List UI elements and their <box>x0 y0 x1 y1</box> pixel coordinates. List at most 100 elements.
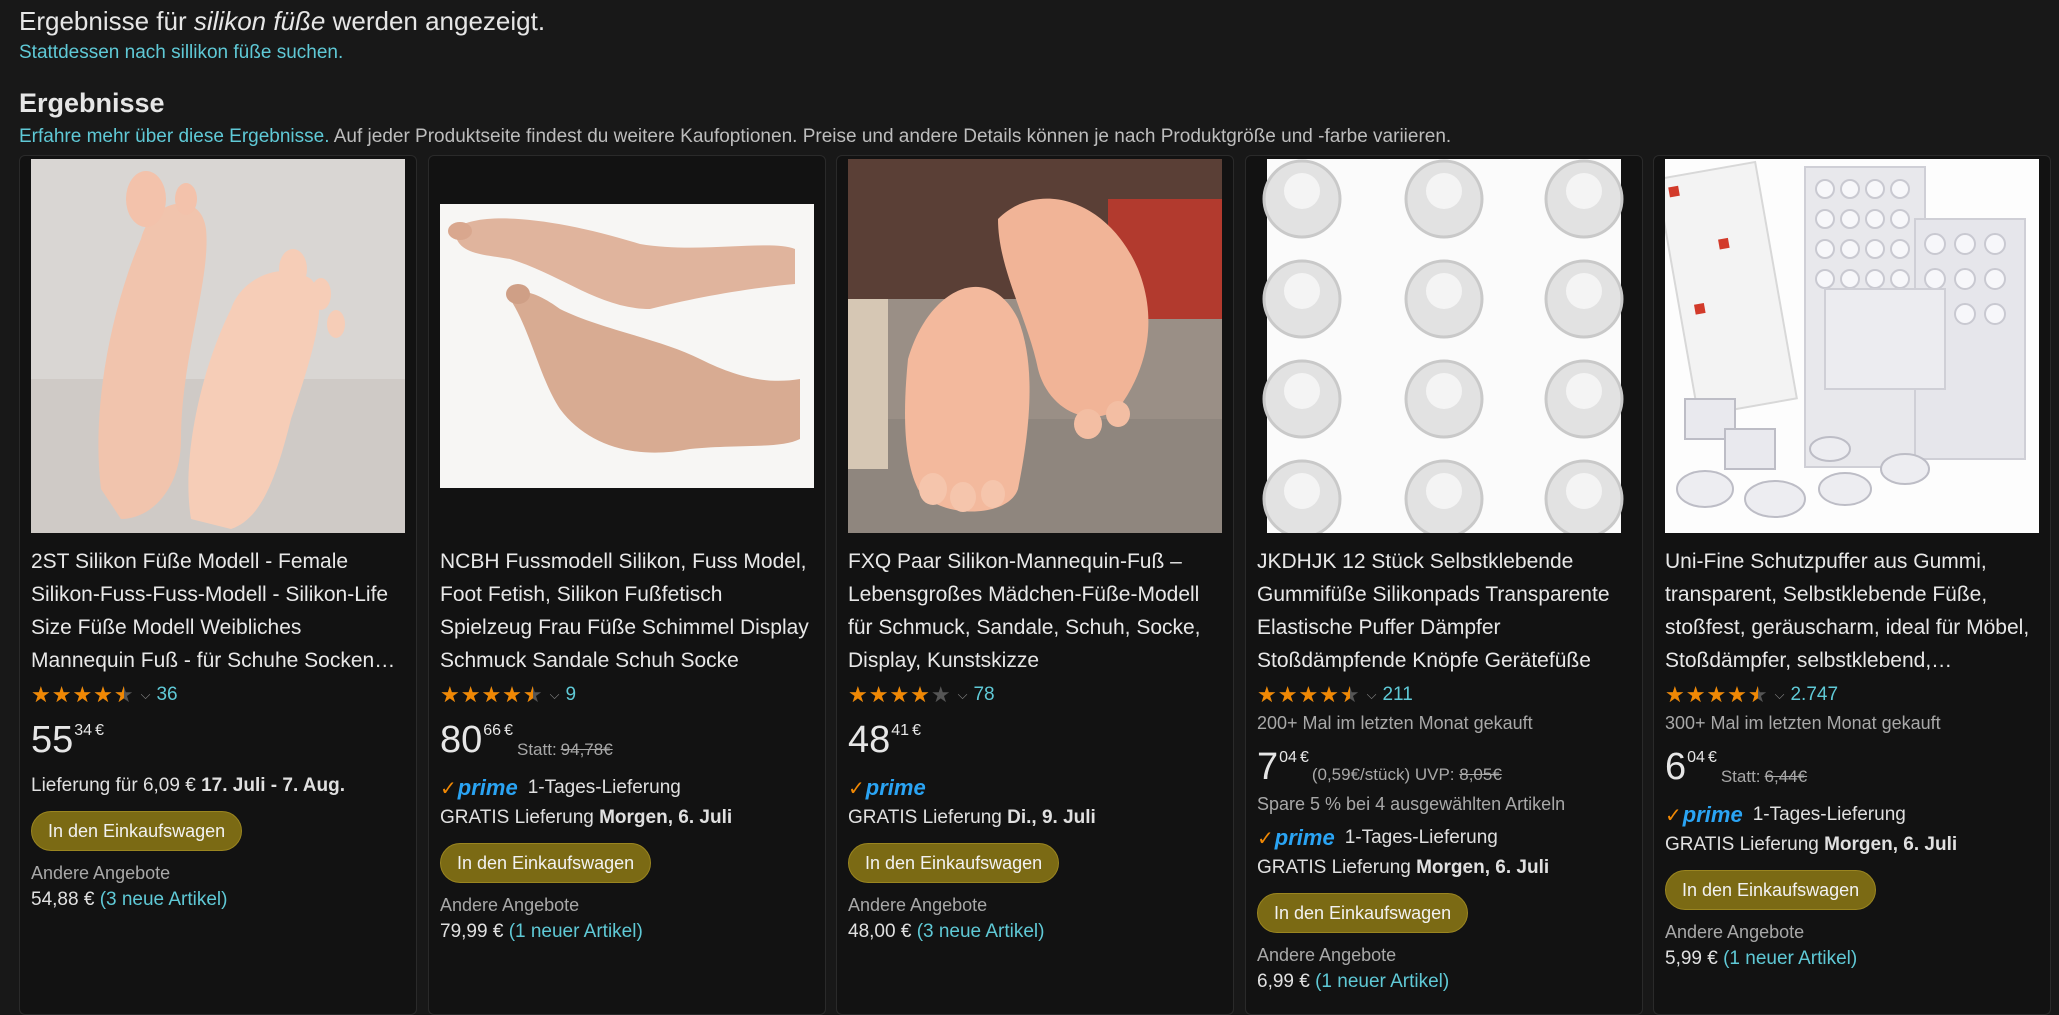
feet-photo-icon <box>31 159 405 533</box>
add-to-cart-button[interactable]: In den Einkaufswagen <box>31 811 243 851</box>
delivery-info: Lieferung für 6,09 € 17. Juli - 7. Aug. <box>31 775 409 797</box>
other-offers-label: Andere Angebote <box>848 895 988 915</box>
prime-text: 1-Tages-Lieferung <box>1752 804 1906 825</box>
star-rating-icon[interactable]: ★★★★★★★★★★ <box>440 684 544 706</box>
chevron-down-icon[interactable]: ⌵ <box>1367 687 1377 703</box>
prime-delivery: ✓ prime <box>848 775 1226 801</box>
prime-delivery: ✓ prime 1-Tages-Lieferung <box>440 775 818 801</box>
rating-row: ★★★★★★★★★★ ⌵ 9 <box>440 683 818 707</box>
price-currency: € <box>504 722 513 739</box>
other-offers-price: 79,99 € <box>440 921 504 942</box>
price: 6 04 € Statt: 6,44€ <box>1665 748 2043 786</box>
chevron-down-icon[interactable]: ⌵ <box>141 687 151 703</box>
other-offers-price: 54,88 € <box>31 889 95 910</box>
price-fraction: 66 <box>483 722 502 739</box>
add-to-cart-button[interactable]: In den Einkaufswagen <box>1257 893 1469 933</box>
silicone-pads-photo-icon <box>1257 159 1631 533</box>
prime-logo: prime <box>1274 825 1335 850</box>
foot-model-photo-icon <box>440 159 814 533</box>
product-title-link[interactable]: JKDHJK 12 Stück Selbstklebende Gummifüße… <box>1257 545 1635 677</box>
product-title-link[interactable]: FXQ Paar Silikon-Mannequin-Fuß – Lebensg… <box>848 545 1226 677</box>
bought-last-month: 300+ Mal im letzten Monat gekauft <box>1665 713 1941 733</box>
other-offers-row: 6,99 € (1 neuer Artikel) <box>1257 971 1635 993</box>
review-count-link[interactable]: 211 <box>1382 684 1412 706</box>
delivery-prefix: GRATIS Lieferung <box>440 807 600 828</box>
learn-more-link[interactable]: Erfahre mehr über diese Ergebnisse. <box>19 126 330 147</box>
product-image[interactable] <box>31 159 405 533</box>
prime-delivery: ✓ prime 1-Tages-Lieferung <box>1257 825 1635 851</box>
statt-label: Statt: <box>516 740 557 759</box>
price-fraction: 04 <box>1687 749 1705 766</box>
product-title-link[interactable]: NCBH Fussmodell Silikon, Fuss Model, Foo… <box>440 545 818 677</box>
other-offers-link[interactable]: (1 neuer Artikel) <box>1723 948 1857 969</box>
results-header: Ergebnisse für silikon füße werden angez… <box>19 4 545 64</box>
chevron-down-icon[interactable]: ⌵ <box>1775 687 1785 703</box>
other-offers-row: 5,99 € (1 neuer Artikel) <box>1665 948 2043 970</box>
add-to-cart-button[interactable]: In den Einkaufswagen <box>1665 870 1877 910</box>
other-offers-link[interactable]: (3 neue Artikel) <box>100 889 228 910</box>
other-offers-price: 5,99 € <box>1665 948 1718 969</box>
search-query: silikon füße <box>193 6 326 36</box>
review-count-link[interactable]: 36 <box>156 684 177 706</box>
prime-check-icon: ✓ <box>848 777 865 800</box>
delivery-prefix: GRATIS Lieferung <box>1665 834 1825 855</box>
other-offers-label: Andere Angebote <box>440 895 580 915</box>
list-price: Statt: 6,44€ <box>1721 768 1807 785</box>
product-image[interactable] <box>1665 159 2039 533</box>
search-instead-link[interactable]: Stattdessen nach sillikon füße suchen. <box>19 42 343 64</box>
old-price: 8,05€ <box>1459 765 1502 784</box>
product-image[interactable] <box>1257 159 1631 533</box>
review-count-link[interactable]: 2.747 <box>1790 684 1838 706</box>
product-card: JKDHJK 12 Stück Selbstklebende Gummifüße… <box>1245 155 1643 1015</box>
other-offers-link[interactable]: (1 neuer Artikel) <box>1315 971 1449 992</box>
review-count-link[interactable]: 78 <box>973 684 994 706</box>
results-prefix: Ergebnisse für <box>19 6 194 36</box>
product-image[interactable] <box>848 159 1222 533</box>
prime-logo: prime <box>1682 802 1743 827</box>
product-title-link[interactable]: 2ST Silikon Füße Modell - Female Silikon… <box>31 545 409 677</box>
add-to-cart-button[interactable]: In den Einkaufswagen <box>848 843 1060 883</box>
other-offers-link[interactable]: (1 neuer Artikel) <box>509 921 643 942</box>
other-offers-row: 79,99 € (1 neuer Artikel) <box>440 921 818 943</box>
price-fraction: 34 <box>74 722 93 739</box>
other-offers-label: Andere Angebote <box>1665 922 1805 942</box>
price-currency: € <box>912 722 921 739</box>
price: 55 34 € <box>31 721 409 759</box>
star-rating-icon[interactable]: ★★★★★★★★★★ <box>848 684 952 706</box>
price-currency: € <box>95 722 104 739</box>
product-card: 2ST Silikon Füße Modell - Female Silikon… <box>19 155 417 1015</box>
rating-row: ★★★★★★★★★★ ⌵ 2.747 <box>1665 683 2043 707</box>
delivery-prefix: GRATIS Lieferung <box>1257 857 1417 878</box>
star-rating-icon[interactable]: ★★★★★★★★★★ <box>1665 684 1769 706</box>
list-price: Statt: 94,78€ <box>517 741 613 758</box>
unit-price-text: (0,59€/stück) UVP: <box>1311 765 1460 784</box>
other-offers-label: Andere Angebote <box>31 863 171 883</box>
product-title-link[interactable]: Uni-Fine Schutzpuffer aus Gummi, transpa… <box>1665 545 2043 677</box>
section-note-text: Auf jeder Produktseite findest du weiter… <box>329 126 1452 147</box>
add-to-cart-button[interactable]: In den Einkaufswagen <box>440 843 652 883</box>
price-currency: € <box>1299 749 1309 766</box>
price-whole: 7 <box>1257 746 1279 788</box>
delivery-info: GRATIS Lieferung Morgen, 6. Juli <box>440 807 818 829</box>
product-card: NCBH Fussmodell Silikon, Fuss Model, Foo… <box>428 155 826 1015</box>
star-rating-icon[interactable]: ★★★★★★★★★★ <box>31 684 135 706</box>
prime-delivery: ✓ prime 1-Tages-Lieferung <box>1665 802 2043 828</box>
chevron-down-icon[interactable]: ⌵ <box>958 687 968 703</box>
other-offers-link[interactable]: (3 neue Artikel) <box>917 921 1045 942</box>
rating-row: ★★★★★★★★★★ ⌵ 211 <box>1257 683 1635 707</box>
statt-label: Statt: <box>1720 767 1761 786</box>
prime-logo: prime <box>865 775 926 800</box>
chevron-down-icon[interactable]: ⌵ <box>550 687 560 703</box>
price-whole: 6 <box>1665 746 1687 788</box>
results-suffix: werden angezeigt. <box>325 6 546 36</box>
product-image[interactable] <box>440 159 814 533</box>
results-grid: 2ST Silikon Füße Modell - Female Silikon… <box>19 155 2059 1015</box>
other-offers-price: 48,00 € <box>848 921 912 942</box>
star-rating-icon[interactable]: ★★★★★★★★★★ <box>1257 684 1361 706</box>
review-count-link[interactable]: 9 <box>565 684 576 706</box>
price-fraction: 04 <box>1279 749 1297 766</box>
delivery-prefix: Lieferung für 6,09 € <box>31 775 202 796</box>
price-whole: 80 <box>440 719 483 761</box>
delivery-info: GRATIS Lieferung Di., 9. Juli <box>848 807 1226 829</box>
delivery-date: Di., 9. Juli <box>1007 807 1096 828</box>
